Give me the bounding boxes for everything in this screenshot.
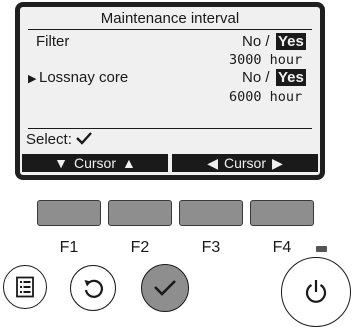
lossnay-no-option: No / bbox=[242, 69, 270, 86]
down-arrow-icon: ▼ bbox=[54, 155, 68, 171]
f1-button[interactable] bbox=[37, 200, 101, 226]
filter-no-option: No / bbox=[242, 33, 270, 50]
f3-button[interactable] bbox=[179, 200, 243, 226]
select-hint: Select: bbox=[26, 131, 92, 148]
f2-button[interactable] bbox=[108, 200, 172, 226]
lcd-display: Maintenance interval Filter No / Yes 300… bbox=[15, 2, 325, 180]
power-button[interactable] bbox=[281, 257, 351, 327]
check-icon bbox=[76, 132, 92, 145]
f4-button[interactable] bbox=[250, 200, 314, 226]
lossnay-hours: 6000 hour bbox=[229, 89, 303, 105]
softkey-label: Cursor bbox=[73, 155, 116, 171]
left-arrow-icon: ◀ bbox=[207, 154, 218, 171]
softkey-label: Cursor bbox=[223, 155, 266, 171]
operation-lamp bbox=[316, 246, 327, 252]
up-arrow-icon: ▲ bbox=[122, 155, 136, 171]
softkey-cursor-horizontal: ◀ Cursor ▶ bbox=[172, 154, 318, 172]
return-button[interactable] bbox=[70, 265, 116, 311]
softkey-cursor-vertical: ▼ Cursor ▲ bbox=[22, 154, 168, 172]
bottom-divider bbox=[28, 128, 312, 129]
power-icon bbox=[305, 280, 327, 303]
filter-yes-option: Yes bbox=[276, 33, 306, 50]
right-arrow-icon: ▶ bbox=[272, 154, 283, 171]
select-button[interactable] bbox=[141, 264, 189, 312]
screen-title: Maintenance interval bbox=[100, 10, 240, 27]
f4-label: F4 bbox=[272, 239, 292, 256]
lcd-screen: Maintenance interval Filter No / Yes 300… bbox=[20, 7, 320, 175]
f1-label: F1 bbox=[59, 239, 79, 256]
return-icon bbox=[84, 279, 103, 298]
filter-label: Filter bbox=[36, 33, 70, 50]
lossnay-core-label: Lossnay core bbox=[39, 69, 129, 86]
filter-hours: 3000 hour bbox=[229, 52, 303, 68]
lossnay-yes-option: Yes bbox=[276, 69, 306, 86]
menu-icon bbox=[16, 276, 34, 298]
cursor-icon: ▶ bbox=[28, 73, 37, 85]
f2-label: F2 bbox=[130, 239, 150, 256]
title-divider bbox=[28, 29, 312, 30]
f3-label: F3 bbox=[201, 239, 221, 256]
check-icon bbox=[154, 280, 176, 296]
menu-button[interactable] bbox=[3, 265, 47, 309]
select-label: Select: bbox=[26, 131, 72, 148]
